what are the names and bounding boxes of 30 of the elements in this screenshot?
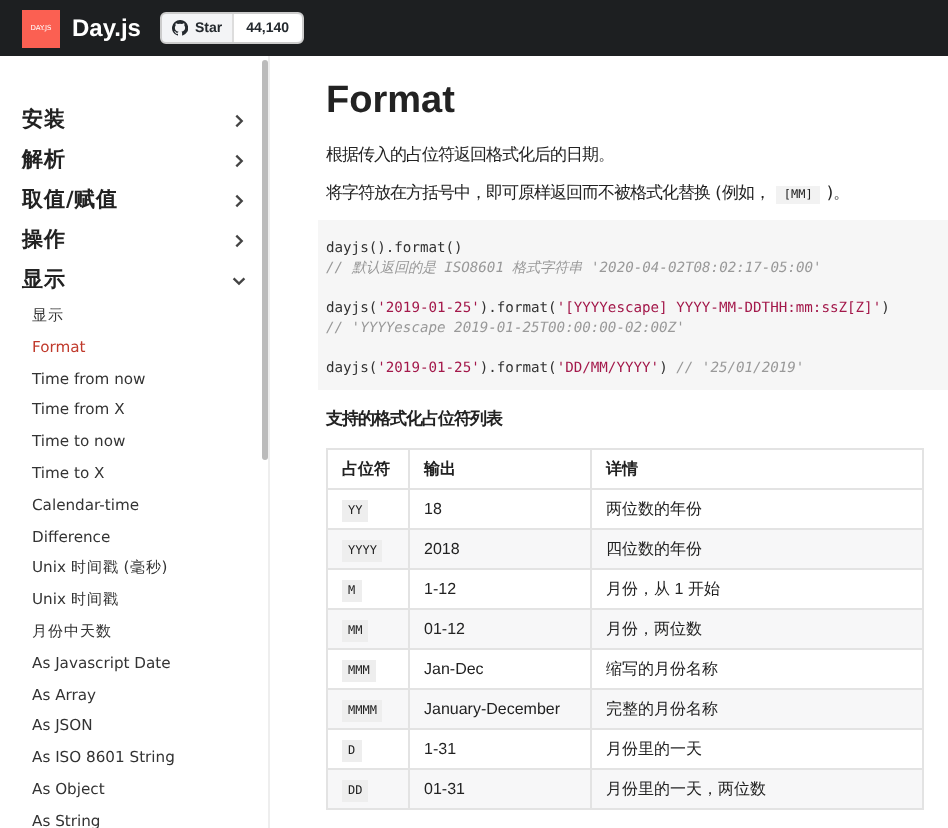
- sidebar-section[interactable]: 操作: [22, 220, 268, 260]
- section-heading: 支持的格式化占位符列表: [326, 408, 505, 430]
- table-cell: 01-12: [424, 620, 465, 638]
- column-header: 输出: [409, 449, 591, 489]
- sidebar-section[interactable]: 解析: [22, 140, 268, 180]
- sidebar-section[interactable]: 取值/赋值: [22, 180, 268, 220]
- table-cell: 2018: [424, 540, 460, 558]
- sidebar-section[interactable]: 显示: [22, 260, 268, 300]
- sidebar-section[interactable]: 安装: [22, 100, 268, 140]
- site-title[interactable]: Day.js: [72, 14, 141, 42]
- paragraph: 根据传入的占位符返回格式化后的日期。: [326, 144, 616, 166]
- table-cell: 月份，两位数: [606, 620, 702, 638]
- page-title: Format: [326, 80, 457, 124]
- table-cell: 缩写的月份名称: [606, 660, 718, 678]
- table-cell: 1-12: [424, 580, 457, 598]
- table-cell: 01-31: [424, 780, 465, 798]
- table-cell: 月份，从 1 开始: [606, 580, 720, 598]
- github-icon: [172, 20, 189, 36]
- table-cell: 月份里的一天: [606, 740, 702, 758]
- table-cell: 1-31: [424, 740, 457, 758]
- column-header: 占位符: [327, 449, 409, 489]
- table-cell: 月份里的一天，两位数: [606, 780, 766, 798]
- table-cell: 两位数的年份: [606, 500, 702, 518]
- column-header: 详情: [591, 449, 923, 489]
- table-cell: 四位数的年份: [606, 540, 702, 558]
- table-cell: 完整的月份名称: [606, 700, 718, 718]
- table-cell: Jan-Dec: [424, 660, 484, 678]
- scrollbar[interactable]: [262, 60, 268, 460]
- table-cell: 18: [424, 500, 442, 518]
- table-cell: January-December: [424, 700, 561, 718]
